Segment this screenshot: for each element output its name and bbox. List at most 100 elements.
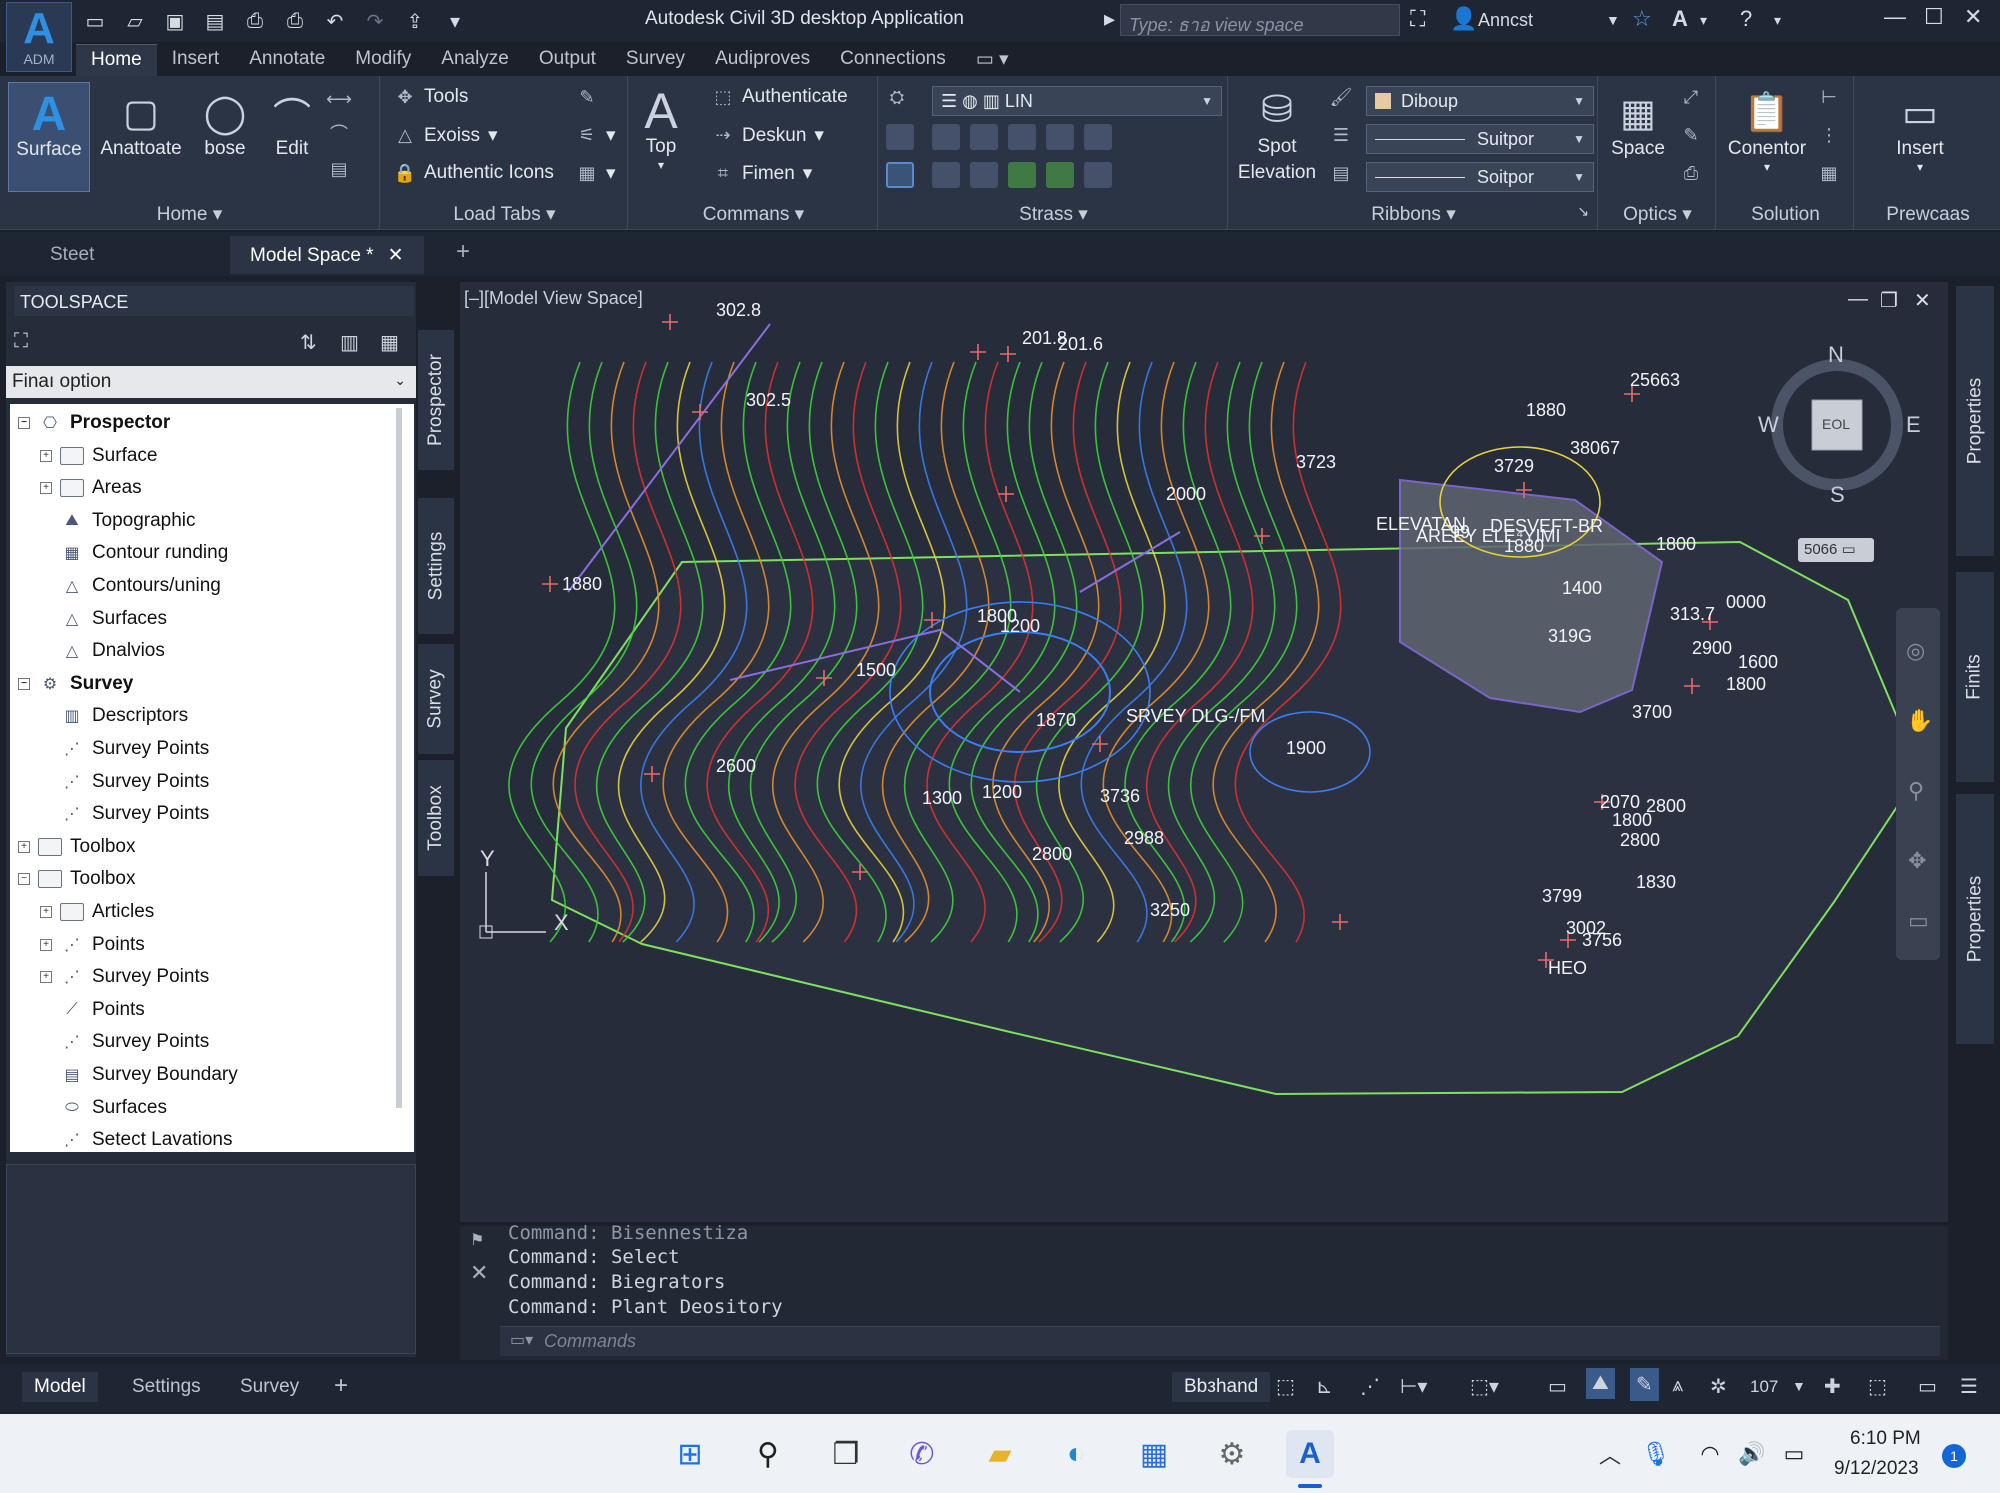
panel-load-tabs-label[interactable]: Load Tabs ▾ (382, 203, 627, 226)
search-input[interactable]: Type: ธาอ view space (1120, 4, 1400, 36)
open-folder-icon[interactable]: ▱ (120, 6, 150, 36)
teams-chat-icon[interactable]: ✆ (898, 1430, 946, 1478)
vtab-settings[interactable]: Settings (418, 498, 454, 634)
paint-icon[interactable]: 🖌 (1330, 86, 1353, 108)
tab-model[interactable]: Model (22, 1372, 98, 1402)
annotation-visibility-icon[interactable]: ✎ (1630, 1368, 1659, 1401)
qa-more-icon[interactable]: ▾ (440, 6, 470, 36)
palette-properties-bottom[interactable]: Properties (1956, 794, 1994, 1044)
tree-item[interactable]: ⟋ Points (40, 995, 144, 1025)
list-props-icon[interactable]: ☰ (1330, 124, 1352, 146)
zoom-dropdown-icon[interactable]: ▼ (1792, 1378, 1806, 1394)
expand-icon[interactable]: + (40, 971, 52, 984)
tree-item[interactable]: ⋰ Survey Points (40, 734, 209, 764)
command-input[interactable]: Commands (500, 1326, 1940, 1356)
favorites-star-icon[interactable]: ☆ (1632, 6, 1652, 32)
print-small-icon[interactable]: ⎙ (1680, 162, 1702, 184)
user-name[interactable]: Anncst (1478, 10, 1533, 31)
collapse-icon[interactable]: − (18, 873, 30, 886)
hardware-accel-icon[interactable]: ▭ (1918, 1374, 1937, 1399)
tree-item[interactable]: + Areas (40, 473, 142, 503)
zoom-icon[interactable]: ⚲ (1908, 778, 1924, 804)
tree-item[interactable]: ▤ Survey Boundary (40, 1060, 237, 1090)
tool-icon-6[interactable] (1084, 124, 1112, 150)
save-icon[interactable]: ▣ (160, 6, 190, 36)
panel-optics-label[interactable]: Optics ▾ (1600, 203, 1715, 226)
workspace-a-icon[interactable]: ⩓ (1672, 1374, 1683, 1397)
viewport-icon[interactable]: ▭ (1548, 1374, 1567, 1399)
spot-elevation-button[interactable]: ⛁ Spot Elevation (1234, 84, 1320, 186)
move-cross-icon[interactable]: ✚ (1824, 1374, 1841, 1399)
pen-icon[interactable]: ✎ (576, 86, 598, 108)
orbit-icon[interactable]: ✥ (1908, 848, 1926, 874)
expand-icon[interactable]: + (40, 482, 52, 495)
osnap-icon[interactable]: ⬚▾ (1470, 1374, 1499, 1399)
tray-chevron-up-icon[interactable]: ︿ (1586, 1430, 1634, 1478)
store-icon[interactable]: ▦ (1130, 1430, 1178, 1478)
toolspace-filter-icon[interactable]: ⛶ (14, 330, 28, 353)
surface-button[interactable]: A Surface (8, 82, 90, 192)
toolspace-scrollbar[interactable] (396, 408, 402, 1108)
sign-in-icon[interactable]: ⛶ (1410, 6, 1425, 32)
annotate-button[interactable]: ▢ Anattoate (96, 88, 186, 160)
tab-home[interactable]: Home (76, 44, 157, 76)
task-view-icon[interactable]: ❐ (822, 1430, 870, 1478)
compass-s[interactable]: S (1830, 482, 1845, 508)
insert-button[interactable]: ▭ Insert ▾ (1880, 88, 1960, 175)
measure-icon[interactable]: ✎ (1680, 124, 1702, 146)
tab-steet[interactable]: Steet (30, 236, 230, 274)
lineweight-dropdown[interactable]: Soitpor ▼ (1366, 162, 1594, 192)
tool-icon-7[interactable] (932, 162, 960, 188)
table-icon[interactable]: ▤ (1330, 162, 1352, 184)
palette-finits[interactable]: Finits (1956, 572, 1994, 782)
dimension-icon[interactable]: ⟷ (326, 88, 352, 110)
collapse-icon[interactable]: − (18, 417, 30, 429)
help-dropdown-icon[interactable]: ▾ (1774, 12, 1781, 29)
a-dropdown-icon[interactable]: ▾ (1700, 12, 1707, 29)
collapse-icon[interactable]: − (18, 677, 30, 690)
new-icon[interactable]: ▭ (80, 6, 110, 36)
tab-survey[interactable]: Survey (611, 44, 700, 76)
tree-item[interactable]: ▥ Descriptors (40, 701, 188, 731)
tree-item[interactable]: ⋰ Setect Lavations (40, 1125, 232, 1152)
arc-tool-icon[interactable]: ⌒ (328, 122, 350, 144)
tree-item[interactable]: − Toolbox (18, 864, 136, 894)
tool-icon-4[interactable] (1008, 124, 1036, 150)
blocks-icon[interactable]: ▦ (1818, 162, 1840, 184)
toolspace-option-select[interactable]: Finaı option ⌄ (6, 366, 416, 398)
command-prompt-icon[interactable]: ▭▾ (510, 1330, 533, 1350)
tab-annotate[interactable]: Annotate (234, 44, 340, 76)
tab-modify[interactable]: Modify (340, 44, 426, 76)
nav-wheel-icon[interactable]: ◎ (1906, 638, 1925, 664)
ucs-scale-menu[interactable]: 5066 ▭ (1798, 538, 1874, 562)
panel-prewcaas-label[interactable]: Prewcaas (1856, 204, 2000, 226)
pan-hand-icon[interactable]: ✋ (1906, 708, 1933, 734)
tool-icon-2[interactable] (932, 124, 960, 150)
plot-icon[interactable]: ⎙ (240, 6, 270, 36)
panel-strass-label[interactable]: Strass ▾ (880, 203, 1227, 226)
palette-properties-top[interactable]: Properties (1956, 286, 1994, 556)
align-small-icon[interactable]: ⋮ (1818, 124, 1840, 146)
expand-icon[interactable]: + (40, 449, 52, 462)
tool-icon-11[interactable] (1084, 162, 1112, 188)
clock-date[interactable]: 9/12/2023 (1834, 1458, 1919, 1480)
file-explorer-icon[interactable]: ▰ (976, 1430, 1024, 1478)
tree-item[interactable]: ▦ Contour ɾunding (40, 538, 228, 568)
tab-connections[interactable]: Connections (825, 44, 961, 76)
vtab-toolbox[interactable]: Toolbox (418, 760, 454, 876)
space-button[interactable]: ▦ Space (1608, 88, 1668, 160)
tab-analyze[interactable]: Analyze (426, 44, 524, 76)
command-settings-icon[interactable]: ⚑ (470, 1230, 484, 1250)
clock-time[interactable]: 6:10 PM (1850, 1428, 1921, 1450)
tree-item[interactable]: ⋰ Survey Points (40, 799, 209, 829)
user-dropdown-icon[interactable]: ▼ (1606, 12, 1620, 28)
linetype-dropdown[interactable]: Suitpor ▼ (1366, 124, 1594, 154)
annotation-scale-icon[interactable]: ⛰ (1586, 1368, 1615, 1399)
user-icon[interactable]: 👤 (1450, 6, 1477, 32)
authenticate-button[interactable]: ⬚ Authenticate (712, 86, 847, 108)
tree-item[interactable]: + Articles (40, 897, 154, 927)
showmotion-icon[interactable]: ▭ (1908, 908, 1929, 934)
tool-icon-active[interactable] (886, 162, 914, 188)
isolate-icon[interactable]: ⬚ (1868, 1374, 1887, 1399)
grid-display-icon[interactable]: ⬚ (1276, 1374, 1295, 1399)
